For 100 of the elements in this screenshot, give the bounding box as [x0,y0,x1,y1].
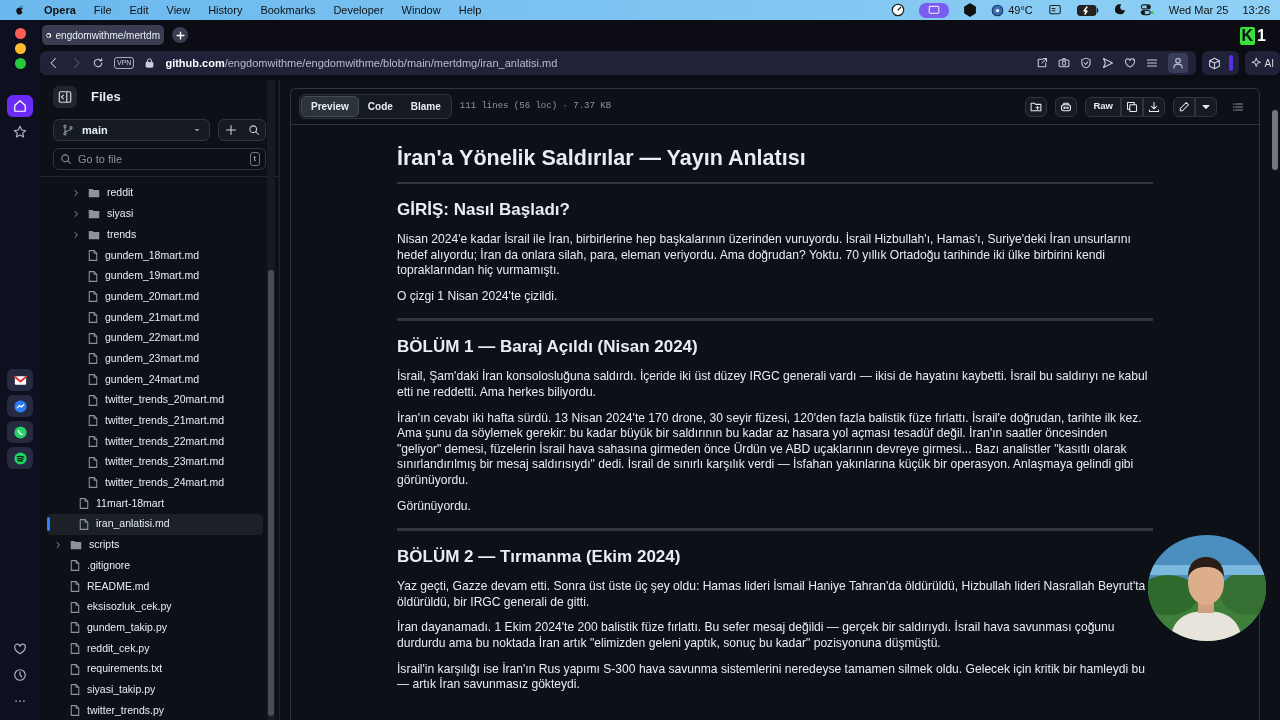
clock-icon[interactable] [13,668,27,682]
music-icon[interactable] [12,450,28,466]
battery-icon[interactable] [1076,4,1099,16]
tree-item[interactable]: iran_anlatisi.md [47,514,263,535]
tree-item[interactable]: gundem_21mart.md [47,307,263,328]
cube-icon[interactable] [963,3,978,17]
file-icon [69,704,81,718]
camera-icon[interactable] [1057,57,1070,69]
menu-item[interactable]: File [93,1,112,19]
folder-icon [69,539,83,552]
tree-item[interactable]: twitter_trends.py [47,700,263,720]
tree-item[interactable]: siyasi_takip.py [47,679,263,701]
tree-item[interactable]: gundem_18mart.md [47,245,263,266]
caret-button[interactable] [1195,96,1217,117]
plus-icon [175,30,185,40]
tree-item[interactable]: trends [47,224,263,246]
menu-item[interactable]: Window [401,1,441,19]
file-icon [87,435,99,449]
tree-item[interactable]: siyasi [47,203,263,225]
heart-icon[interactable] [13,642,27,656]
tree-item[interactable]: twitter_trends_21mart.md [47,410,263,432]
menu-item[interactable]: History [208,1,243,19]
tree-item[interactable]: gundem_19mart.md [47,265,263,287]
raw-button[interactable]: Raw [1085,96,1121,117]
section-heading: GİRİŞ: Nasıl Başladı? [397,199,571,221]
file-icon [69,621,81,635]
tree-item[interactable]: 11mart-18mart [47,493,263,514]
tree-item[interactable]: twitter_trends_20mart.md [47,389,263,411]
tree-item[interactable]: .gitignore [47,555,263,577]
apple-icon[interactable] [14,3,26,17]
chevron-right-icon [54,541,62,550]
download-button[interactable] [1143,96,1165,117]
copy-button[interactable] [1121,96,1143,117]
chat-icon[interactable] [12,424,28,440]
messenger-icon[interactable] [12,398,28,414]
toggles-icon[interactable] [1138,3,1155,17]
tree-item[interactable]: eksisozluk_cek.py [47,596,263,618]
tree-item[interactable]: reddit [47,183,263,204]
branch-dropdown[interactable]: main [53,119,210,141]
fan-icon[interactable] [991,3,1005,17]
star-icon[interactable] [13,125,27,139]
tree-item[interactable]: twitter_trends_24mart.md [47,472,263,494]
gauge-icon[interactable] [891,3,906,17]
ai-button[interactable]: AI [1244,51,1280,75]
menubar-clock[interactable]: 13:26 [1242,1,1270,19]
tree-item[interactable]: gundem_24mart.md [47,369,263,390]
search-icon [247,124,260,136]
reload-icon[interactable] [92,57,104,69]
scrollbar[interactable] [267,80,275,720]
minimize-button[interactable] [14,43,26,54]
copilot-button[interactable] [1055,96,1078,117]
profile-button[interactable] [1167,53,1188,73]
close-button[interactable] [14,28,26,39]
url-text[interactable]: github.com/engdomwithme/engdomwithme/blob/main/mertdmg/iran_anlatisi.md [165,54,558,72]
view-tab[interactable]: Blame [401,96,450,117]
copilot-icon [1060,100,1073,113]
tree-item[interactable]: twitter_trends_22mart.md [47,431,263,452]
tree-item[interactable]: requirements.txt [47,658,263,680]
shield-icon[interactable] [1079,57,1092,69]
menu-item[interactable]: Edit [129,1,149,19]
folder-button[interactable] [1025,96,1048,117]
card-icon[interactable] [1046,4,1063,16]
tree-item[interactable]: README.md [47,576,263,597]
tree-item[interactable]: reddit_cek.py [47,638,263,659]
screen-share-icon[interactable] [919,2,950,18]
panel-toggle-button[interactable] [53,86,77,108]
share-icon[interactable] [1035,57,1048,69]
paragraph: O çizgi 1 Nisan 2024'te çizildi. [397,288,559,305]
tree-item[interactable]: gundem_22mart.md [47,327,263,349]
maximize-button[interactable] [14,58,26,69]
document-title: İran'a Yönelik Saldırılar — Yayın Anlatısı [397,135,1153,184]
file-icon [87,290,99,304]
file-icon [87,310,99,324]
menu-item[interactable]: Help [458,1,482,19]
app-menu[interactable]: Opera [44,1,76,19]
panel-title: Files [91,88,121,107]
view-tab[interactable]: Preview [301,96,359,117]
file-icon [69,579,81,593]
heart-icon[interactable] [1123,57,1136,69]
tree-item[interactable]: gundem_20mart.md [47,286,263,308]
tree-item[interactable]: scripts [47,534,263,556]
home-icon[interactable] [13,99,27,113]
browser-tab[interactable]: engdomwithme/mertdm [42,25,164,45]
view-tab[interactable]: Code [358,96,402,117]
pencil-button[interactable] [1173,96,1195,117]
menubar-date[interactable]: Wed Mar 25 [1168,1,1229,19]
new-tab-button[interactable] [172,27,188,43]
menu-item[interactable]: Bookmarks [260,1,316,19]
moon-icon[interactable] [1112,4,1125,16]
search-icon [60,153,72,165]
file-icon [69,559,81,573]
send-icon[interactable] [1101,57,1114,69]
tree-item[interactable]: gundem_23mart.md [47,348,263,370]
tree-item[interactable]: gundem_takip.py [47,617,263,639]
menu-item[interactable]: Developer [333,1,384,19]
file-icon [78,497,90,511]
menu-item[interactable]: View [166,1,191,19]
menu-icon[interactable] [1145,57,1158,69]
lock-icon[interactable] [144,57,156,69]
tree-item[interactable]: twitter_trends_23mart.md [47,451,263,473]
